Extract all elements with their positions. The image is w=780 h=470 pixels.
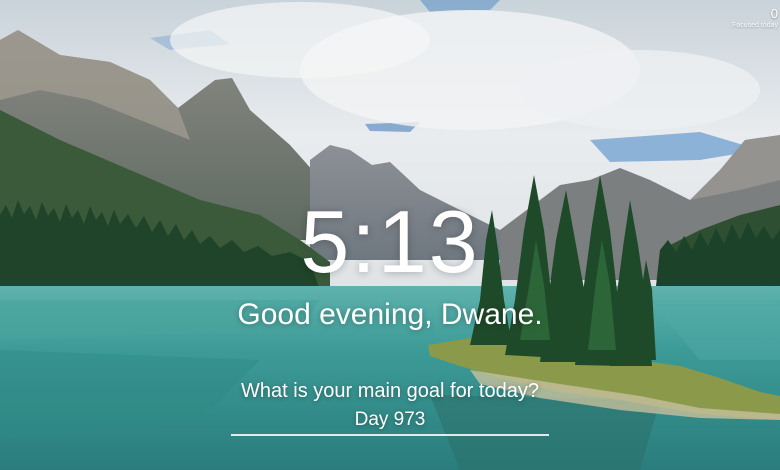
greeting-message: Good evening, Dwane. bbox=[237, 298, 543, 331]
focus-count-label: Focused today bbox=[732, 22, 778, 29]
focus-count: 0 bbox=[770, 6, 778, 21]
main-focus-prompt: What is your main goal for today? bbox=[241, 380, 539, 402]
clock-time: 5:13 bbox=[300, 192, 480, 291]
main-focus-field[interactable] bbox=[231, 406, 549, 436]
new-tab-screen: 0 Focused today 5:13 Good evening, Dwane… bbox=[0, 0, 780, 470]
focus-counter[interactable]: 0 Focused today bbox=[718, 6, 778, 30]
main-focus-input[interactable] bbox=[231, 406, 549, 434]
